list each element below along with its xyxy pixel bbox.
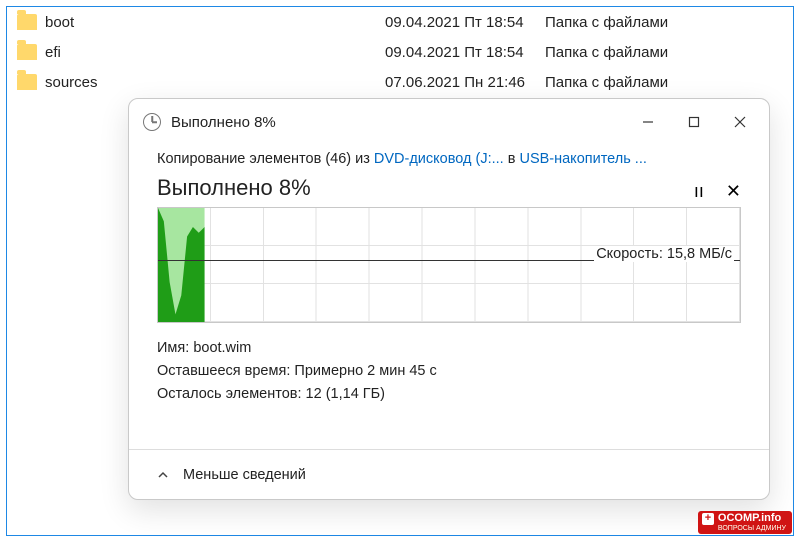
file-type: Папка с файлами <box>545 14 793 31</box>
file-type: Папка с файлами <box>545 44 793 61</box>
details-toggle[interactable]: Меньше сведений <box>129 449 769 499</box>
file-date: 09.04.2021 Пт 18:54 <box>385 14 545 31</box>
source-link[interactable]: DVD-дисковод (J:... <box>374 151 504 167</box>
speed-chart: Скорость: 15,8 МБ/с <box>157 207 741 323</box>
folder-icon <box>17 14 37 30</box>
file-name: efi <box>45 44 385 61</box>
minimize-button[interactable] <box>625 102 671 142</box>
detail-name: Имяboot.wim <box>157 337 741 360</box>
file-row[interactable]: boot 09.04.2021 Пт 18:54 Папка с файлами <box>7 7 793 37</box>
speed-label: Скорость: 15,8 МБ/с <box>594 246 734 262</box>
watermark: OCOMP.info ВОПРОСЫ АДМИНУ <box>698 511 792 534</box>
copy-description: Копирование элементов (46) из DVD-дисков… <box>157 151 741 167</box>
watermark-main: OCOMP.info <box>718 513 786 525</box>
detail-remaining-items: Осталось элементов12 (1,14 ГБ) <box>157 383 741 406</box>
cancel-button[interactable]: ✕ <box>726 181 741 202</box>
file-type: Папка с файлами <box>545 74 793 91</box>
file-row[interactable]: sources 07.06.2021 Пн 21:46 Папка с файл… <box>7 67 793 97</box>
maximize-button[interactable] <box>671 102 717 142</box>
watermark-sub: ВОПРОСЫ АДМИНУ <box>718 525 786 532</box>
speed-chart-svg <box>158 208 740 322</box>
progress-heading: Выполнено 8% <box>157 175 741 201</box>
folder-icon <box>17 44 37 60</box>
file-name: boot <box>45 14 385 31</box>
window-title: Выполнено 8% <box>171 114 625 131</box>
pause-button[interactable]: ıı <box>694 181 704 202</box>
file-row[interactable]: efi 09.04.2021 Пт 18:54 Папка с файлами <box>7 37 793 67</box>
close-button[interactable] <box>717 102 763 142</box>
titlebar: Выполнено 8% <box>129 99 769 145</box>
clock-icon <box>143 113 161 131</box>
detail-remaining-time: Оставшееся времяПримерно 2 мин 45 с <box>157 360 741 383</box>
copy-progress-dialog: Выполнено 8% Копирование элементов (46) … <box>128 98 770 500</box>
destination-link[interactable]: USB-накопитель ... <box>519 151 646 167</box>
file-date: 09.04.2021 Пт 18:54 <box>385 44 545 61</box>
chevron-up-icon <box>157 469 169 481</box>
file-date: 07.06.2021 Пн 21:46 <box>385 74 545 91</box>
file-name: sources <box>45 74 385 91</box>
folder-icon <box>17 74 37 90</box>
